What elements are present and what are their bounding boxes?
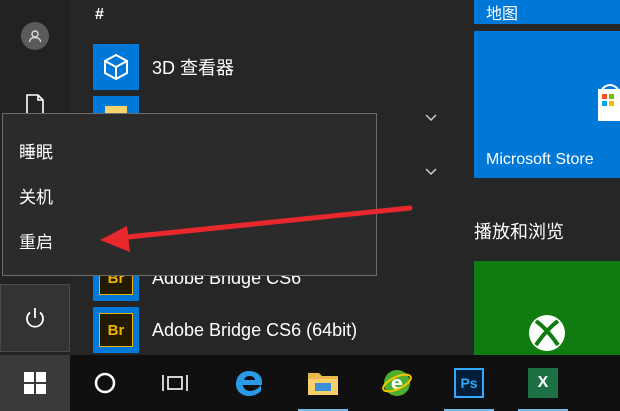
edge-icon bbox=[236, 371, 262, 396]
tile-xbox[interactable] bbox=[474, 261, 620, 355]
edge-taskbar-button[interactable] bbox=[214, 355, 284, 411]
store-bag-icon bbox=[598, 84, 620, 121]
windows-logo-icon bbox=[24, 372, 46, 394]
app-item-3d-viewer[interactable]: 3D 查看器 bbox=[93, 43, 234, 91]
chevron-down-icon[interactable] bbox=[424, 167, 438, 177]
power-button[interactable] bbox=[0, 284, 70, 352]
file-explorer-icon bbox=[308, 373, 338, 395]
menu-item-restart[interactable]: 重启 bbox=[3, 218, 376, 262]
tiles-area: 地图 Microsoft Store 播放和浏览 bbox=[474, 0, 620, 355]
browser-taskbar-button[interactable]: e bbox=[362, 355, 432, 411]
excel-taskbar-button[interactable]: X bbox=[508, 355, 578, 411]
app-label: Adobe Bridge CS6 (64bit) bbox=[152, 319, 358, 340]
app-item-adobe-bridge-cs6-64bit[interactable]: Br Adobe Bridge CS6 (64bit) bbox=[93, 306, 357, 354]
app-label: 3D 查看器 bbox=[152, 58, 235, 78]
menu-item-shutdown[interactable]: 关机 bbox=[3, 173, 376, 217]
tile-group-title: 播放和浏览 bbox=[474, 222, 564, 242]
cube-icon bbox=[93, 44, 139, 90]
task-view-button[interactable] bbox=[140, 355, 210, 411]
green-e-browser-icon: e bbox=[382, 370, 412, 396]
power-options-menu: 睡眠 关机 重启 bbox=[2, 113, 377, 276]
tile-microsoft-store[interactable]: Microsoft Store bbox=[474, 31, 620, 178]
section-header-hash[interactable]: # bbox=[95, 6, 104, 24]
task-view-icon bbox=[162, 375, 188, 391]
photoshop-icon: Ps bbox=[454, 368, 484, 398]
menu-item-sleep[interactable]: 睡眠 bbox=[3, 128, 376, 172]
tile-maps[interactable]: 地图 bbox=[474, 0, 620, 24]
chevron-down-icon[interactable] bbox=[424, 113, 438, 123]
user-account-button[interactable] bbox=[0, 12, 70, 60]
cortana-button[interactable] bbox=[70, 355, 140, 411]
excel-icon: X bbox=[528, 368, 558, 398]
tile-label: Microsoft Store bbox=[486, 151, 594, 168]
xbox-icon bbox=[529, 315, 565, 351]
cortana-icon bbox=[94, 372, 116, 394]
power-icon bbox=[26, 308, 44, 328]
user-avatar-icon bbox=[21, 22, 49, 50]
file-explorer-taskbar-button[interactable] bbox=[288, 355, 358, 411]
br-icon: Br bbox=[93, 307, 139, 353]
taskbar: e Ps X bbox=[0, 355, 620, 411]
tile-label: 地图 bbox=[486, 6, 519, 23]
start-button[interactable] bbox=[0, 355, 70, 411]
photoshop-taskbar-button[interactable]: Ps bbox=[434, 355, 504, 411]
